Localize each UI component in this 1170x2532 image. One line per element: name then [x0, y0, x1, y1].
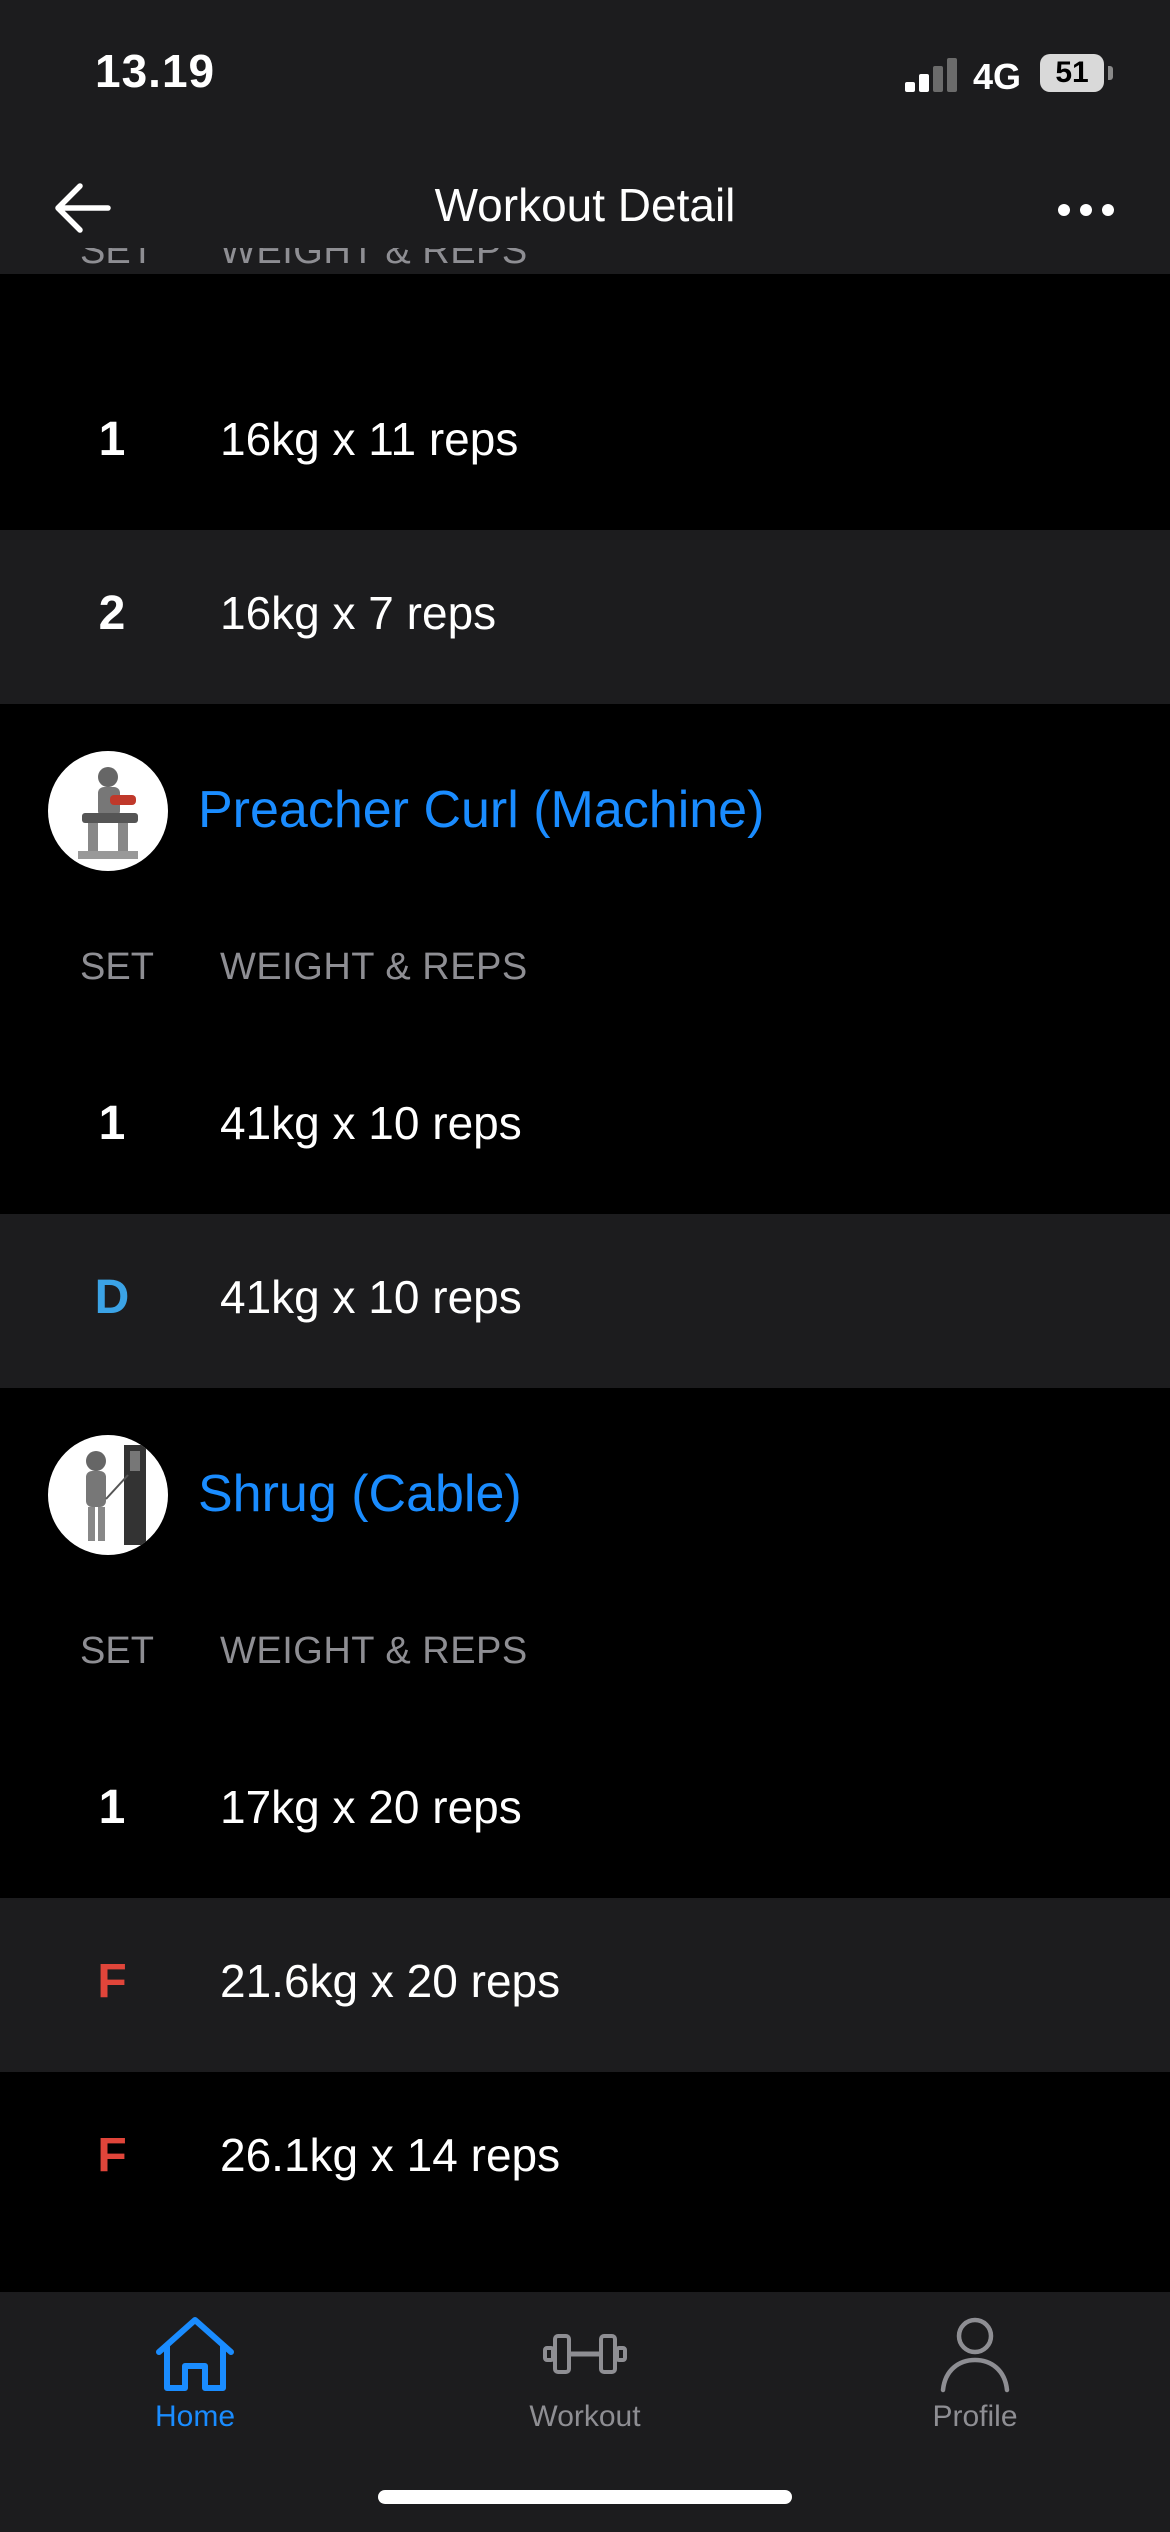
tab-label: Profile	[932, 2400, 1018, 2433]
set-type-failure: F	[97, 2129, 127, 2182]
profile-icon	[940, 2317, 1010, 2393]
preacher-curl-illustration-icon	[78, 767, 138, 859]
set-row: F 26.1kg x 14 reps	[0, 2072, 1170, 2246]
cellular-signal-icon	[905, 56, 961, 92]
set-weight-reps: 26.1kg x 14 reps	[220, 2129, 561, 2181]
set-weight-reps: 21.6kg x 20 reps	[220, 1955, 561, 2007]
set-column-header: SET	[80, 946, 154, 988]
exercise-header: Shrug (Cable)	[0, 1420, 1170, 1570]
battery-icon: 51	[1040, 54, 1104, 92]
sets-table-header: SET WEIGHT & REPS	[0, 1612, 1170, 1692]
weight-reps-column-header: WEIGHT & REPS	[220, 1630, 528, 1672]
exercise-thumbnail[interactable]	[48, 751, 168, 871]
set-weight-reps: 41kg x 10 reps	[220, 1271, 522, 1323]
exercise-thumbnail[interactable]	[48, 1435, 168, 1555]
tab-label: Home	[154, 2400, 236, 2433]
set-row: 1 16kg x 11 reps	[0, 356, 1170, 530]
set-weight-reps: 16kg x 11 reps	[220, 413, 519, 465]
set-type-drop: D	[94, 1271, 130, 1324]
home-indicator[interactable]	[378, 2490, 792, 2504]
status-time: 13.19	[95, 45, 216, 97]
tab-label: Workout	[529, 2400, 641, 2433]
set-column-header: SET	[80, 1630, 154, 1672]
exercise-name[interactable]: Shrug (Cable)	[198, 1464, 522, 1524]
home-icon	[156, 2317, 234, 2391]
tab-workout[interactable]: Workout	[485, 2314, 685, 2474]
sets-table-header: SET WEIGHT & REPS	[0, 248, 1170, 274]
set-weight-reps: 41kg x 10 reps	[220, 1097, 522, 1149]
network-type: 4G	[973, 56, 1022, 97]
tab-profile[interactable]: Profile	[875, 2314, 1075, 2474]
set-number: 1	[98, 413, 126, 466]
page-title: Workout Detail	[434, 179, 736, 231]
set-number: 2	[98, 587, 126, 640]
battery-cap	[1108, 66, 1113, 80]
exercise-name[interactable]: Preacher Curl (Machine)	[198, 780, 764, 840]
set-weight-reps: 16kg x 7 reps	[220, 587, 497, 639]
set-column-header: SET	[80, 248, 154, 272]
cable-shrug-illustration-icon	[86, 1445, 146, 1545]
weight-reps-column-header: WEIGHT & REPS	[220, 946, 528, 988]
sets-table-header: SET WEIGHT & REPS	[0, 928, 1170, 1008]
set-row: 1 41kg x 10 reps	[0, 1040, 1170, 1214]
more-options-button[interactable]	[1050, 190, 1120, 226]
dumbbell-icon	[543, 2334, 627, 2374]
set-row: 2 16kg x 7 reps	[0, 530, 1170, 704]
weight-reps-column-header: WEIGHT & REPS	[220, 248, 528, 272]
set-type-failure: F	[97, 1955, 127, 2008]
status-bar: 13.19 4G 51	[0, 0, 1170, 140]
set-weight-reps: 17kg x 20 reps	[220, 1781, 522, 1833]
tab-home[interactable]: Home	[95, 2314, 295, 2474]
set-number: 1	[98, 1781, 126, 1834]
set-row: 1 17kg x 20 reps	[0, 1724, 1170, 1898]
set-number: 1	[98, 1097, 126, 1150]
set-row: F 21.6kg x 20 reps	[0, 1898, 1170, 2072]
exercise-header: Preacher Curl (Machine)	[0, 736, 1170, 886]
set-row: D 41kg x 10 reps	[0, 1214, 1170, 1388]
